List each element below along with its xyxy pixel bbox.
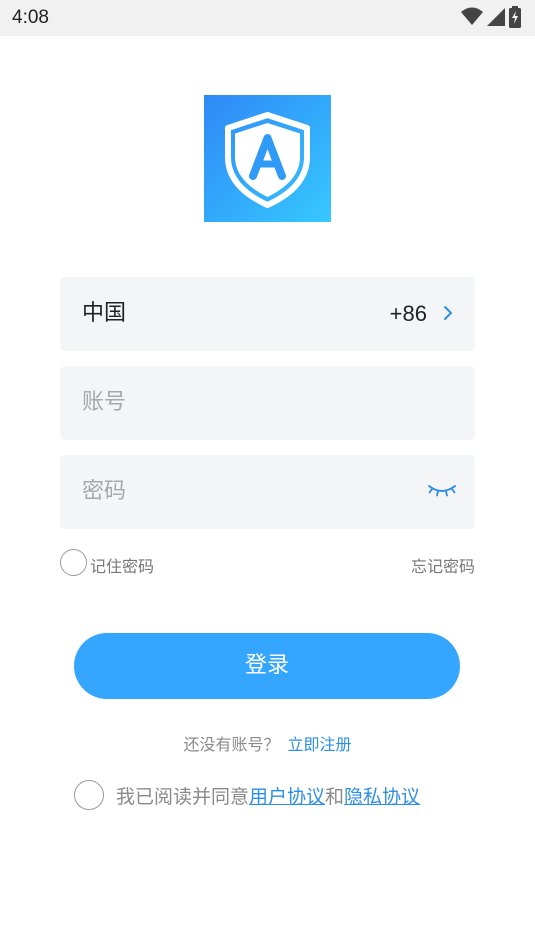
chevron-right-icon bbox=[444, 306, 452, 320]
login-button[interactable]: 登录 bbox=[74, 633, 460, 699]
password-placeholder: 密码 bbox=[82, 479, 127, 504]
agreement-text: 我已阅读并同意用户协议和隐私协议 bbox=[116, 782, 420, 809]
country-selector[interactable]: 中国 +86 bbox=[60, 277, 475, 351]
agreement-checkbox[interactable] bbox=[74, 780, 104, 810]
wifi-icon bbox=[461, 7, 483, 25]
status-icons bbox=[461, 6, 521, 28]
country-code: +86 bbox=[389, 301, 427, 326]
password-input[interactable]: 密码 bbox=[60, 455, 475, 529]
account-input[interactable]: 账号 bbox=[60, 366, 475, 440]
shield-logo-icon bbox=[225, 112, 310, 208]
remember-row: 记住密码 忘记密码 bbox=[60, 548, 475, 580]
register-link[interactable]: 立即注册 bbox=[288, 735, 352, 754]
eye-closed-icon[interactable] bbox=[427, 482, 457, 500]
status-time: 4:08 bbox=[12, 7, 49, 28]
privacy-policy-link[interactable]: 隐私协议 bbox=[344, 786, 420, 808]
country-name: 中国 bbox=[82, 301, 127, 326]
forgot-password-link[interactable]: 忘记密码 bbox=[411, 553, 475, 577]
register-row: 还没有账号？ 立即注册 bbox=[0, 731, 535, 755]
agreement-prefix: 我已阅读并同意 bbox=[116, 786, 250, 808]
battery-icon bbox=[509, 6, 521, 28]
agreement-and: 和 bbox=[325, 786, 345, 808]
status-bar: 4:08 bbox=[0, 0, 535, 36]
remember-label[interactable]: 记住密码 bbox=[90, 553, 154, 577]
cellular-signal-icon bbox=[487, 8, 505, 26]
remember-checkbox[interactable] bbox=[60, 549, 87, 576]
user-agreement-link[interactable]: 用户协议 bbox=[249, 786, 325, 808]
account-placeholder: 账号 bbox=[82, 390, 127, 415]
agreement-row: 我已阅读并同意用户协议和隐私协议 bbox=[74, 779, 494, 811]
register-prompt: 还没有账号？ bbox=[183, 735, 280, 754]
app-logo bbox=[204, 95, 331, 222]
